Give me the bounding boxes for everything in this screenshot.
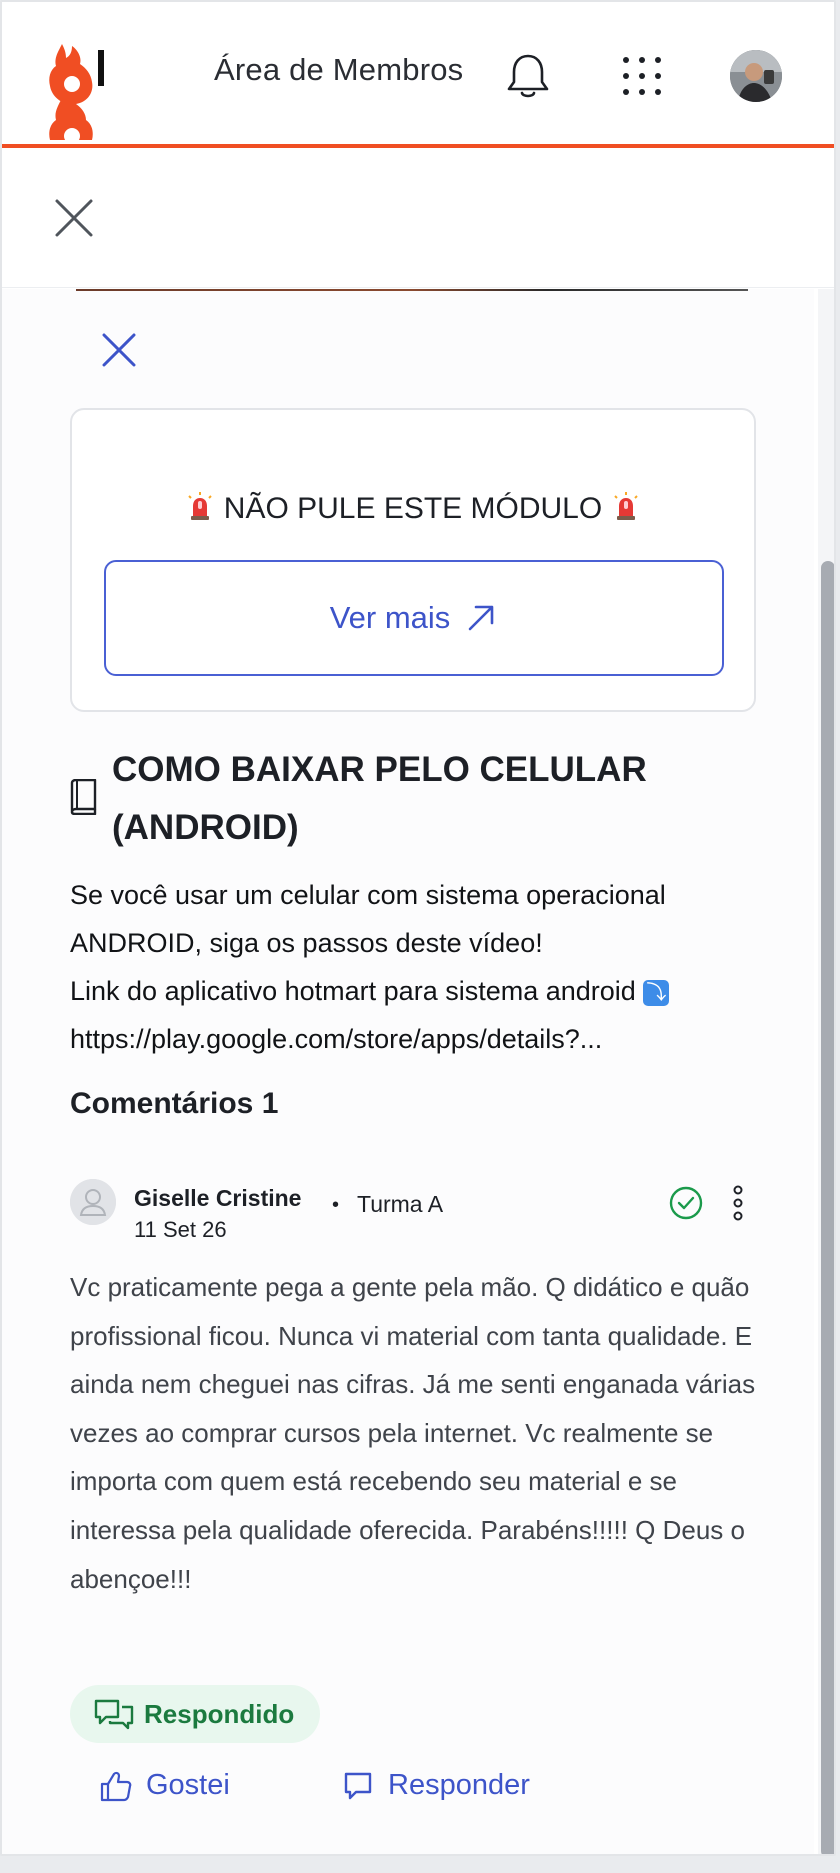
ver-mais-button[interactable]: Ver mais	[104, 560, 724, 676]
like-button[interactable]: Gostei	[100, 1769, 230, 1802]
hotmart-logo[interactable]	[48, 36, 128, 146]
description-link[interactable]: https://play.google.com/store/apps/detai…	[70, 1015, 770, 1063]
external-arrow-icon	[468, 605, 494, 631]
lesson-title: COMO BAIXAR PELO CELULAR (ANDROID)	[112, 750, 647, 847]
lesson-description: Se você usar um celular com sistema oper…	[70, 871, 770, 1063]
description-line-text: Link do aplicativo hotmart para sistema …	[70, 976, 636, 1006]
like-label: Gostei	[146, 1769, 230, 1801]
module-banner: NÃO PULE ESTE MÓDULO Ver mais	[70, 408, 756, 712]
description-line: Se você usar um celular com sistema oper…	[70, 880, 666, 910]
description-line: Link do aplicativo hotmart para sistema …	[70, 967, 770, 1015]
reply-label: Responder	[388, 1769, 530, 1801]
thumbs-up-icon	[100, 1771, 132, 1801]
comment-class: Turma A	[357, 1191, 444, 1217]
top-header: Área de Membros	[2, 2, 834, 148]
arrow-down-emoji: ⤵	[643, 980, 670, 1006]
lesson-content: NÃO PULE ESTE MÓDULO Ver mais COMO BAIXA…	[2, 289, 814, 1854]
answered-badge: Respondido	[70, 1685, 321, 1743]
video-bottom-edge	[76, 289, 748, 291]
more-options-icon[interactable]	[728, 1183, 748, 1223]
comment-author: Giselle Cristine	[134, 1185, 302, 1211]
comment-text: Vc praticamente pega a gente pela mão. Q…	[70, 1272, 756, 1594]
module-banner-text: NÃO PULE ESTE MÓDULO	[223, 492, 603, 525]
check-circle-icon	[669, 1186, 703, 1220]
book-icon	[70, 779, 97, 815]
reply-button[interactable]: Responder	[342, 1769, 530, 1802]
apps-grid-icon[interactable]	[620, 54, 664, 98]
comment-avatar	[70, 1179, 116, 1225]
app-frame: Área de Membros NÃO PULE ESTE MÓDULO Ver…	[0, 0, 836, 1856]
lesson-toolbar	[2, 152, 834, 288]
answered-label: Respondido	[144, 1698, 295, 1729]
siren-icon	[613, 492, 638, 520]
description-line: ANDROID, siga os passos deste vídeo!	[70, 928, 543, 958]
separator-dot: •	[332, 1194, 340, 1216]
scrollbar[interactable]	[818, 289, 834, 1854]
page-title: Área de Membros	[214, 52, 464, 87]
ver-mais-label: Ver mais	[329, 600, 451, 635]
module-banner-title: NÃO PULE ESTE MÓDULO	[72, 492, 754, 526]
comments-heading: Comentários 1	[70, 1087, 279, 1120]
scrollbar-thumb[interactable]	[821, 561, 834, 1854]
chat-bubble-icon	[344, 1772, 372, 1799]
close-banner-icon[interactable]	[98, 329, 140, 371]
chat-bubbles-icon	[94, 1699, 134, 1730]
comment-date: 11 Set 26	[134, 1217, 227, 1242]
siren-icon	[188, 492, 213, 520]
bell-icon[interactable]	[504, 50, 552, 100]
comment-actions: Gostei Responder	[100, 1769, 740, 1819]
close-icon[interactable]	[52, 196, 96, 240]
user-avatar[interactable]	[730, 50, 782, 102]
